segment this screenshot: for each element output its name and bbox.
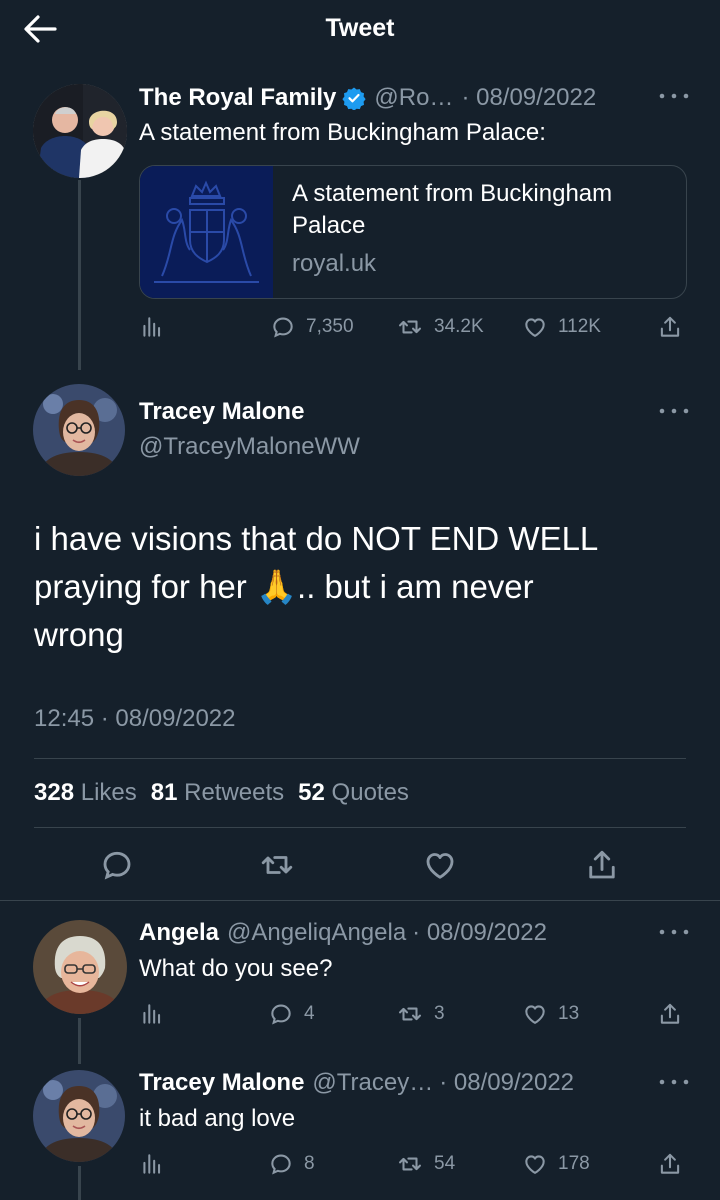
share-button[interactable]	[657, 1151, 683, 1177]
more-options-icon[interactable]	[656, 405, 692, 425]
retweet-button[interactable]	[258, 847, 296, 883]
thread-line	[78, 180, 81, 370]
thread-line	[78, 1018, 81, 1064]
retweet-count: 34.2K	[434, 316, 484, 337]
heart-icon	[522, 1001, 548, 1027]
share-icon	[584, 847, 620, 883]
like-count: 112K	[558, 316, 601, 337]
parent-tweet-header: The Royal Family @Ro… · 08/09/2022	[139, 83, 596, 113]
more-options-icon[interactable]	[656, 926, 692, 946]
like-button[interactable]: 13	[522, 1001, 579, 1027]
heart-icon	[522, 314, 548, 340]
thread-line	[78, 1166, 81, 1200]
retweet-button[interactable]: 3	[396, 1001, 445, 1027]
link-card[interactable]: A statement from Buckingham Palace royal…	[139, 165, 687, 299]
like-button[interactable]: 178	[522, 1151, 590, 1177]
card-domain: royal.uk	[292, 250, 377, 277]
share-button[interactable]	[584, 847, 620, 883]
retweets-stat[interactable]: 81 Retweets	[151, 779, 284, 807]
share-icon	[657, 1001, 683, 1027]
handle[interactable]: @Tracey…	[312, 1069, 433, 1097]
reply-button[interactable]: 8	[268, 1151, 315, 1177]
reply-icon	[270, 314, 296, 340]
handle[interactable]: @Ro…	[374, 84, 453, 112]
analytics-icon	[139, 314, 165, 340]
tweet-line: praying for her	[34, 568, 256, 605]
divider	[34, 827, 686, 828]
retweet-icon	[258, 847, 296, 883]
reply-button[interactable]: 4	[268, 1001, 315, 1027]
share-icon	[657, 314, 683, 340]
analytics-icon	[139, 1151, 165, 1177]
reply-count: 7,350	[306, 316, 354, 337]
quotes-stat[interactable]: 52 Quotes	[298, 779, 409, 807]
retweet-button[interactable]: 34.2K	[396, 314, 484, 340]
engagement-stats: 328 Likes 81 Retweets 52 Quotes	[34, 779, 409, 807]
tracey-malone-avatar[interactable]	[33, 1070, 125, 1162]
divider	[34, 758, 686, 759]
angela-avatar[interactable]	[33, 920, 127, 1014]
reply-count: 4	[304, 1003, 315, 1024]
reply-header: Tracey Malone @Tracey… · 08/09/2022	[139, 1068, 574, 1098]
more-options-icon[interactable]	[656, 90, 692, 110]
pray-emoji: 🙏	[255, 568, 298, 605]
analytics-button[interactable]	[139, 1151, 165, 1177]
divider	[0, 900, 720, 901]
retweet-icon	[396, 314, 424, 340]
page-title: Tweet	[325, 14, 395, 42]
reply-button[interactable]	[99, 847, 135, 883]
retweet-button[interactable]: 54	[396, 1151, 455, 1177]
reply-text: What do you see?	[139, 955, 333, 982]
reply-icon	[268, 1001, 294, 1027]
like-count: 13	[558, 1003, 580, 1024]
display-name[interactable]: Tracey Malone	[139, 398, 304, 426]
share-button[interactable]	[657, 1001, 683, 1027]
share-icon	[657, 1151, 683, 1177]
reply-icon	[268, 1151, 294, 1177]
like-button[interactable]: 112K	[522, 314, 601, 340]
tweet-date[interactable]: · 08/09/2022	[461, 84, 596, 112]
reply-button[interactable]: 7,350	[270, 314, 354, 340]
royal-family-avatar[interactable]	[33, 84, 127, 178]
tweet-line: .. but i am never	[297, 568, 534, 605]
handle[interactable]: @TraceyMaloneWW	[139, 433, 360, 461]
like-button[interactable]	[422, 847, 458, 883]
reply-count: 8	[304, 1153, 315, 1174]
likes-stat[interactable]: 328 Likes	[34, 779, 137, 807]
verified-badge-icon	[342, 86, 366, 110]
parent-tweet-text: A statement from Buckingham Palace:	[139, 119, 546, 146]
analytics-button[interactable]	[139, 314, 165, 340]
reply-header: Angela @AngeliqAngela · 08/09/2022	[139, 918, 547, 948]
retweet-count: 54	[434, 1153, 456, 1174]
display-name[interactable]: Angela	[139, 919, 219, 947]
top-bar: Tweet	[0, 0, 720, 58]
retweet-icon	[396, 1151, 424, 1177]
handle[interactable]: @AngeliqAngela	[227, 919, 406, 947]
tweet-date[interactable]: · 08/09/2022	[439, 1069, 574, 1097]
retweet-count: 3	[434, 1003, 445, 1024]
retweet-icon	[396, 1001, 424, 1027]
heart-icon	[522, 1151, 548, 1177]
heart-icon	[422, 847, 458, 883]
share-button[interactable]	[657, 314, 683, 340]
card-thumbnail	[140, 166, 273, 298]
more-options-icon[interactable]	[656, 1076, 692, 1096]
tracey-malone-avatar[interactable]	[33, 384, 125, 476]
display-name[interactable]: Tracey Malone	[139, 1069, 304, 1097]
reply-icon	[99, 847, 135, 883]
analytics-button[interactable]	[139, 1001, 165, 1027]
display-name[interactable]: The Royal Family	[139, 84, 336, 112]
analytics-icon	[139, 1001, 165, 1027]
reply-text: it bad ang love	[139, 1105, 296, 1132]
tweet-date[interactable]: · 08/09/2022	[412, 919, 547, 947]
tweet-timestamp[interactable]: 12:45 · 08/09/2022	[34, 705, 236, 733]
main-tweet-text: i have visions that do NOT END WELL pray…	[34, 515, 694, 659]
card-title: A statement from Buckingham Palace	[292, 180, 613, 239]
tweet-line: i have visions that do NOT END WELL	[34, 520, 599, 557]
like-count: 178	[558, 1153, 590, 1174]
tweet-line: wrong	[34, 616, 124, 653]
